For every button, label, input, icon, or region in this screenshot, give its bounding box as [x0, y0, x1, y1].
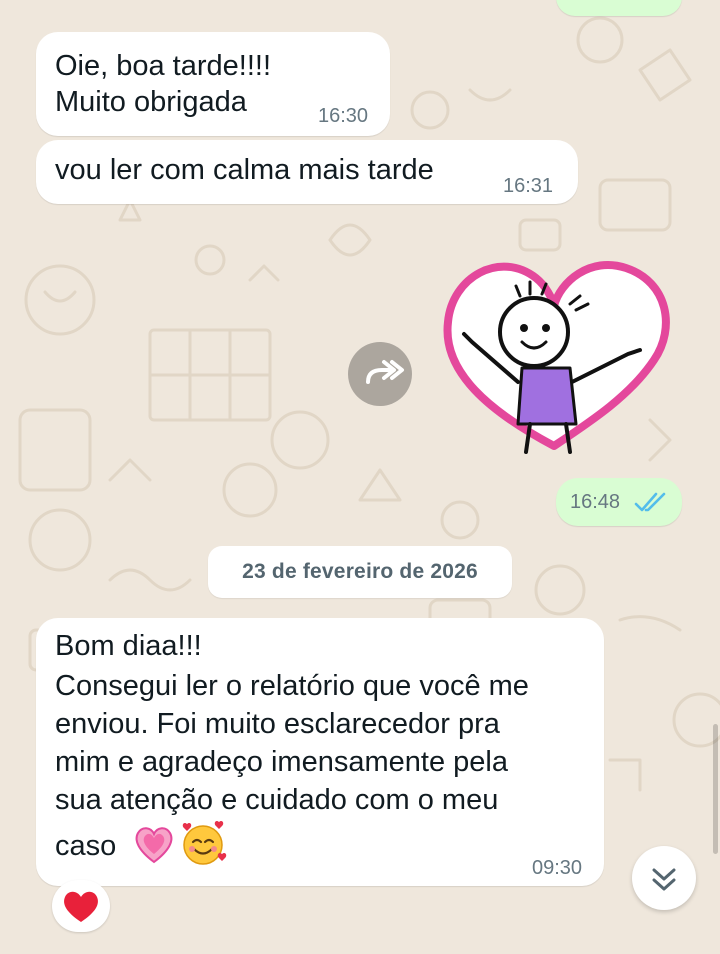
message-text-line: sua atenção e cuidado com o meu — [55, 784, 499, 816]
message-text-line: Consegui ler o relatório que você me — [55, 670, 529, 702]
forward-icon — [366, 360, 404, 384]
double-chevron-down-icon — [652, 868, 676, 891]
message-timestamp: 09:30 — [532, 857, 583, 879]
message-text-line: mim e agradeço imensamente pela — [55, 746, 508, 778]
message-text-line: Muito obrigada — [55, 86, 247, 118]
smiling-face-with-hearts-emoji — [182, 820, 227, 865]
scroll-to-bottom-button[interactable] — [632, 846, 696, 910]
message-timestamp: 16:31 — [503, 175, 554, 197]
sticker-time-bubble: 16:48 — [556, 478, 682, 526]
scrollbar[interactable] — [713, 724, 718, 854]
forward-button[interactable] — [348, 342, 412, 406]
message-text-line: caso — [55, 830, 117, 862]
red-heart-emoji — [64, 891, 98, 922]
message-bubble-1[interactable]: Oie, boa tarde!!!! Muito obrigada 16:30 — [36, 32, 390, 136]
message-text-line: Bom diaa!!! — [55, 630, 202, 662]
message-bubble-2[interactable]: vou ler com calma mais tarde 16:31 — [36, 140, 578, 204]
message-timestamp: 16:48 — [570, 491, 621, 513]
growing-heart-emoji — [135, 827, 173, 864]
message-text-line: vou ler com calma mais tarde — [55, 154, 434, 186]
message-text-line: enviou. Foi muito esclarecedor pra — [55, 708, 500, 740]
message-reaction[interactable] — [52, 880, 110, 932]
heart-sticker[interactable] — [430, 232, 678, 468]
date-separator: 23 de fevereiro de 2026 — [208, 546, 512, 598]
message-timestamp: 16:30 — [318, 105, 369, 127]
message-text-line: Oie, boa tarde!!!! — [55, 50, 272, 82]
double-check-icon — [634, 492, 666, 512]
message-bubble-partial[interactable] — [556, 0, 682, 16]
message-bubble-3[interactable]: Bom diaa!!! Consegui ler o relatório que… — [36, 618, 604, 886]
